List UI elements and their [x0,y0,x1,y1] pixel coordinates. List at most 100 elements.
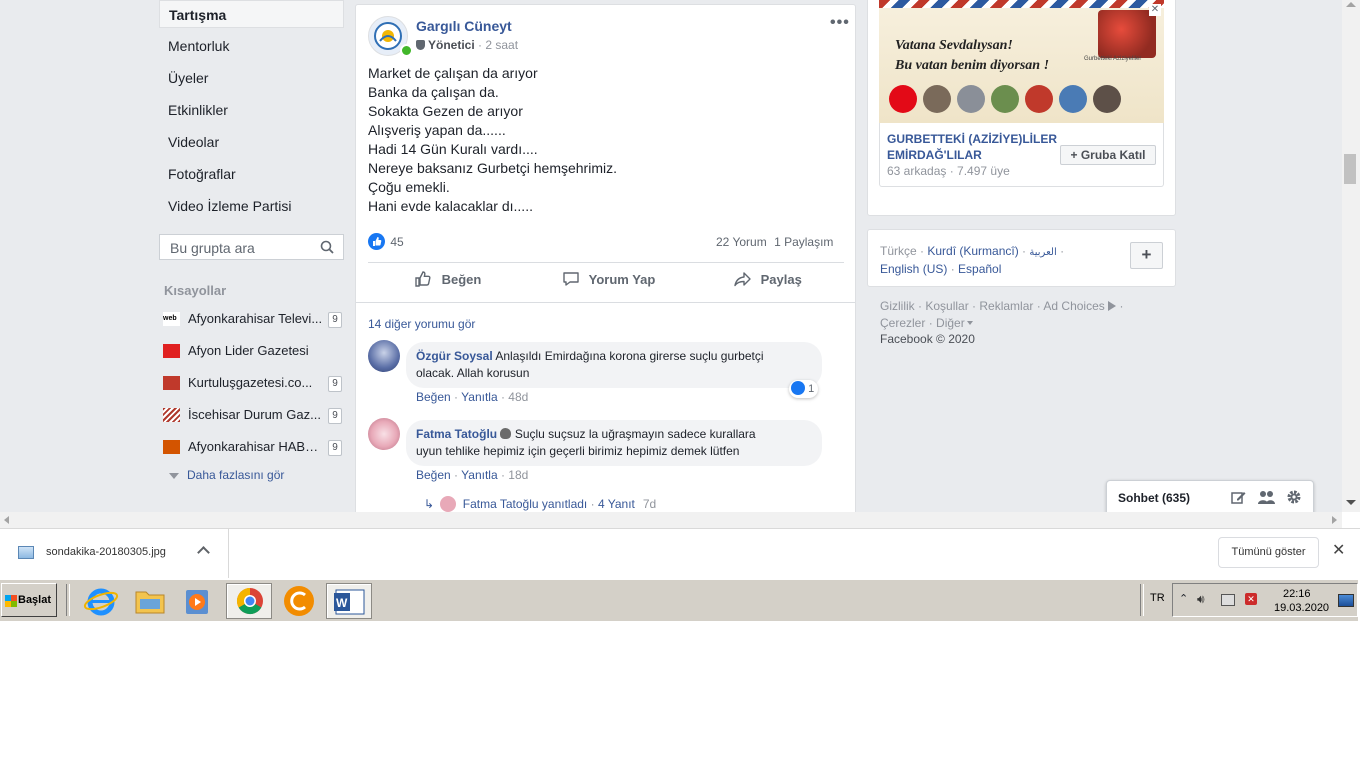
windows-logo-icon [5,595,17,607]
commenter-avatar[interactable] [368,340,400,372]
banner-circle-photo [991,85,1019,113]
post-line: Nereye baksanız Gurbetçi hemşehrimiz. [368,160,617,176]
nav-item-videos[interactable]: Videolar [159,128,344,156]
like-button-label: Beğen [441,271,482,287]
clock-time[interactable]: 22:16 [1283,588,1311,600]
nav-item-members[interactable]: Üyeler [159,64,344,92]
comment-reply-link[interactable]: Yanıtla [461,468,497,482]
see-more-link[interactable]: Daha fazlasını gör [169,468,284,482]
scroll-right-arrow-icon[interactable] [1332,516,1337,524]
post-time[interactable]: 2 saat [485,38,518,52]
search-icon[interactable] [320,240,334,257]
ccleaner-icon[interactable] [276,583,322,619]
group-chat-icon[interactable] [1258,490,1275,508]
clock-date[interactable]: 19.03.2020 [1274,602,1329,614]
network-icon[interactable] [1221,594,1235,606]
join-group-button[interactable]: + Gruba Katıl [1060,145,1156,165]
language-link[interactable]: العربية [1029,247,1056,258]
gear-icon[interactable] [1286,489,1302,508]
nav-item-watch-party[interactable]: Video İzleme Partisi [159,192,344,220]
comment-author[interactable]: Özgür Soysal [416,349,493,363]
chrome-icon[interactable] [226,583,272,619]
media-player-icon[interactable] [176,583,222,619]
banner-photo-strip [889,85,1154,113]
footer-link[interactable]: Gizlilik [880,299,915,313]
language-list: Türkçe · Kurdî (Kurmancî) · العربية · En… [880,244,1065,276]
like-reaction-summary[interactable]: 45 [368,233,404,250]
footer-link[interactable]: Çerezler [880,316,925,330]
like-count: 45 [390,234,404,249]
comment-reply-link[interactable]: Yanıtla [461,390,497,404]
download-item[interactable]: sondakika-20180305.jpg [0,529,229,578]
share-count-link[interactable]: 1 Paylaşım [774,235,833,249]
compose-icon[interactable] [1231,490,1246,508]
more-options-icon[interactable]: ••• [830,14,850,32]
iscehisar-logo-icon [163,408,180,422]
horizontal-scrollbar[interactable] [0,512,1342,528]
word-icon[interactable]: W [326,583,372,619]
post-author[interactable]: Gargılı Cüneyt [416,18,512,34]
language-link[interactable]: Kurdî (Kurmancî) [927,244,1018,258]
group-name[interactable]: GURBETTEKİ (AZİZİYE)LİLER EMİRDAĞ'LILAR [887,131,1057,163]
share-button[interactable]: Paylaş [733,270,802,296]
action-center-alert-icon[interactable]: ✕ [1245,593,1257,605]
shortcut-item[interactable]: Kurtuluşgazetesi.co... 9 [163,373,342,393]
caret-down-icon [966,321,973,325]
comment-author[interactable]: Fatma Tatoğlu [416,427,497,441]
show-hidden-icons-icon[interactable]: ⌃ [1179,592,1188,605]
footer-link[interactable]: Ad Choices [1043,299,1104,313]
comment-text-cont: olacak. Allah korusun [416,366,530,380]
show-all-button[interactable]: Tümünü göster [1218,537,1319,568]
internet-explorer-icon[interactable] [78,583,124,619]
commenter-avatar[interactable] [368,418,400,450]
volume-icon[interactable]: 🔊︎ [1197,592,1205,607]
comment-like-link[interactable]: Beğen [416,468,451,482]
footer-link[interactable]: Koşullar [925,299,968,313]
nav-item-events[interactable]: Etkinlikler [159,96,344,124]
shortcut-item[interactable]: Afyon Lider Gazetesi [163,341,341,361]
comment-like-link[interactable]: Beğen [416,390,451,404]
comment-time[interactable]: 18d [508,468,528,482]
language-link[interactable]: Español [958,262,1001,276]
thumbs-up-icon [415,271,431,287]
post-line: Hadi 14 Gün Kuralı vardı.... [368,141,538,157]
join-group-label: Gruba Katıl [1080,148,1146,162]
nav-item-photos[interactable]: Fotoğraflar [159,160,344,188]
footer-link[interactable]: Reklamlar [979,299,1033,313]
view-more-comments-link[interactable]: 14 diğer yorumu gör [368,317,475,331]
taskbar-divider [66,584,70,616]
group-search-input[interactable] [168,236,322,260]
language-indicator[interactable]: TR [1150,592,1165,604]
group-banner-image[interactable]: Vatana Sevdalıysan! Bu vatan benim diyor… [879,0,1164,123]
like-reaction-icon [791,381,805,395]
scroll-up-arrow-icon[interactable] [1346,2,1356,7]
close-icon[interactable]: ✕ [1149,4,1161,16]
comment-time[interactable]: 48d [508,390,528,404]
nav-item-mentorship[interactable]: Mentorluk [159,32,344,60]
reply-summary[interactable]: ↳ Fatma Tatoğlu yanıtladı · 4 Yanıt 7d [424,496,656,512]
browser-viewport: Tartışma Mentorluk Üyeler Etkinlikler Vi… [0,0,1342,512]
post-meta: Yönetici · 2 saat [416,38,518,52]
chat-bar[interactable]: Sohbet (635) [1106,480,1314,512]
vertical-scroll-thumb[interactable] [1344,154,1356,184]
add-language-button[interactable]: + [1130,242,1163,269]
close-icon[interactable]: ✕ [1332,543,1345,559]
scroll-down-arrow-icon[interactable] [1346,500,1356,505]
shortcut-item[interactable]: Afyonkarahisar HABER 9 [163,437,342,457]
vertical-scrollbar[interactable] [1342,0,1360,512]
show-desktop-icon[interactable] [1338,594,1354,607]
shortcut-item[interactable]: web Afyonkarahisar Televi... 9 [163,309,342,329]
see-more-label: Daha fazlasını gör [187,468,285,482]
scroll-left-arrow-icon[interactable] [4,516,9,524]
footer-link[interactable]: Diğer [936,316,965,330]
comment-button[interactable]: Yorum Yap [562,270,655,296]
file-explorer-icon[interactable] [127,583,173,619]
chevron-up-icon[interactable] [197,546,210,559]
like-button[interactable]: Beğen [414,270,481,296]
nav-item-discussion[interactable]: Tartışma [159,0,344,28]
language-link[interactable]: English (US) [880,262,947,276]
comment-reaction-badge[interactable]: 1 [789,380,819,398]
shortcut-item[interactable]: İscehisar Durum Gaz... 9 [163,405,342,425]
comment-count-link[interactable]: 22 Yorum [716,235,767,249]
start-button[interactable]: Başlat [1,583,57,617]
